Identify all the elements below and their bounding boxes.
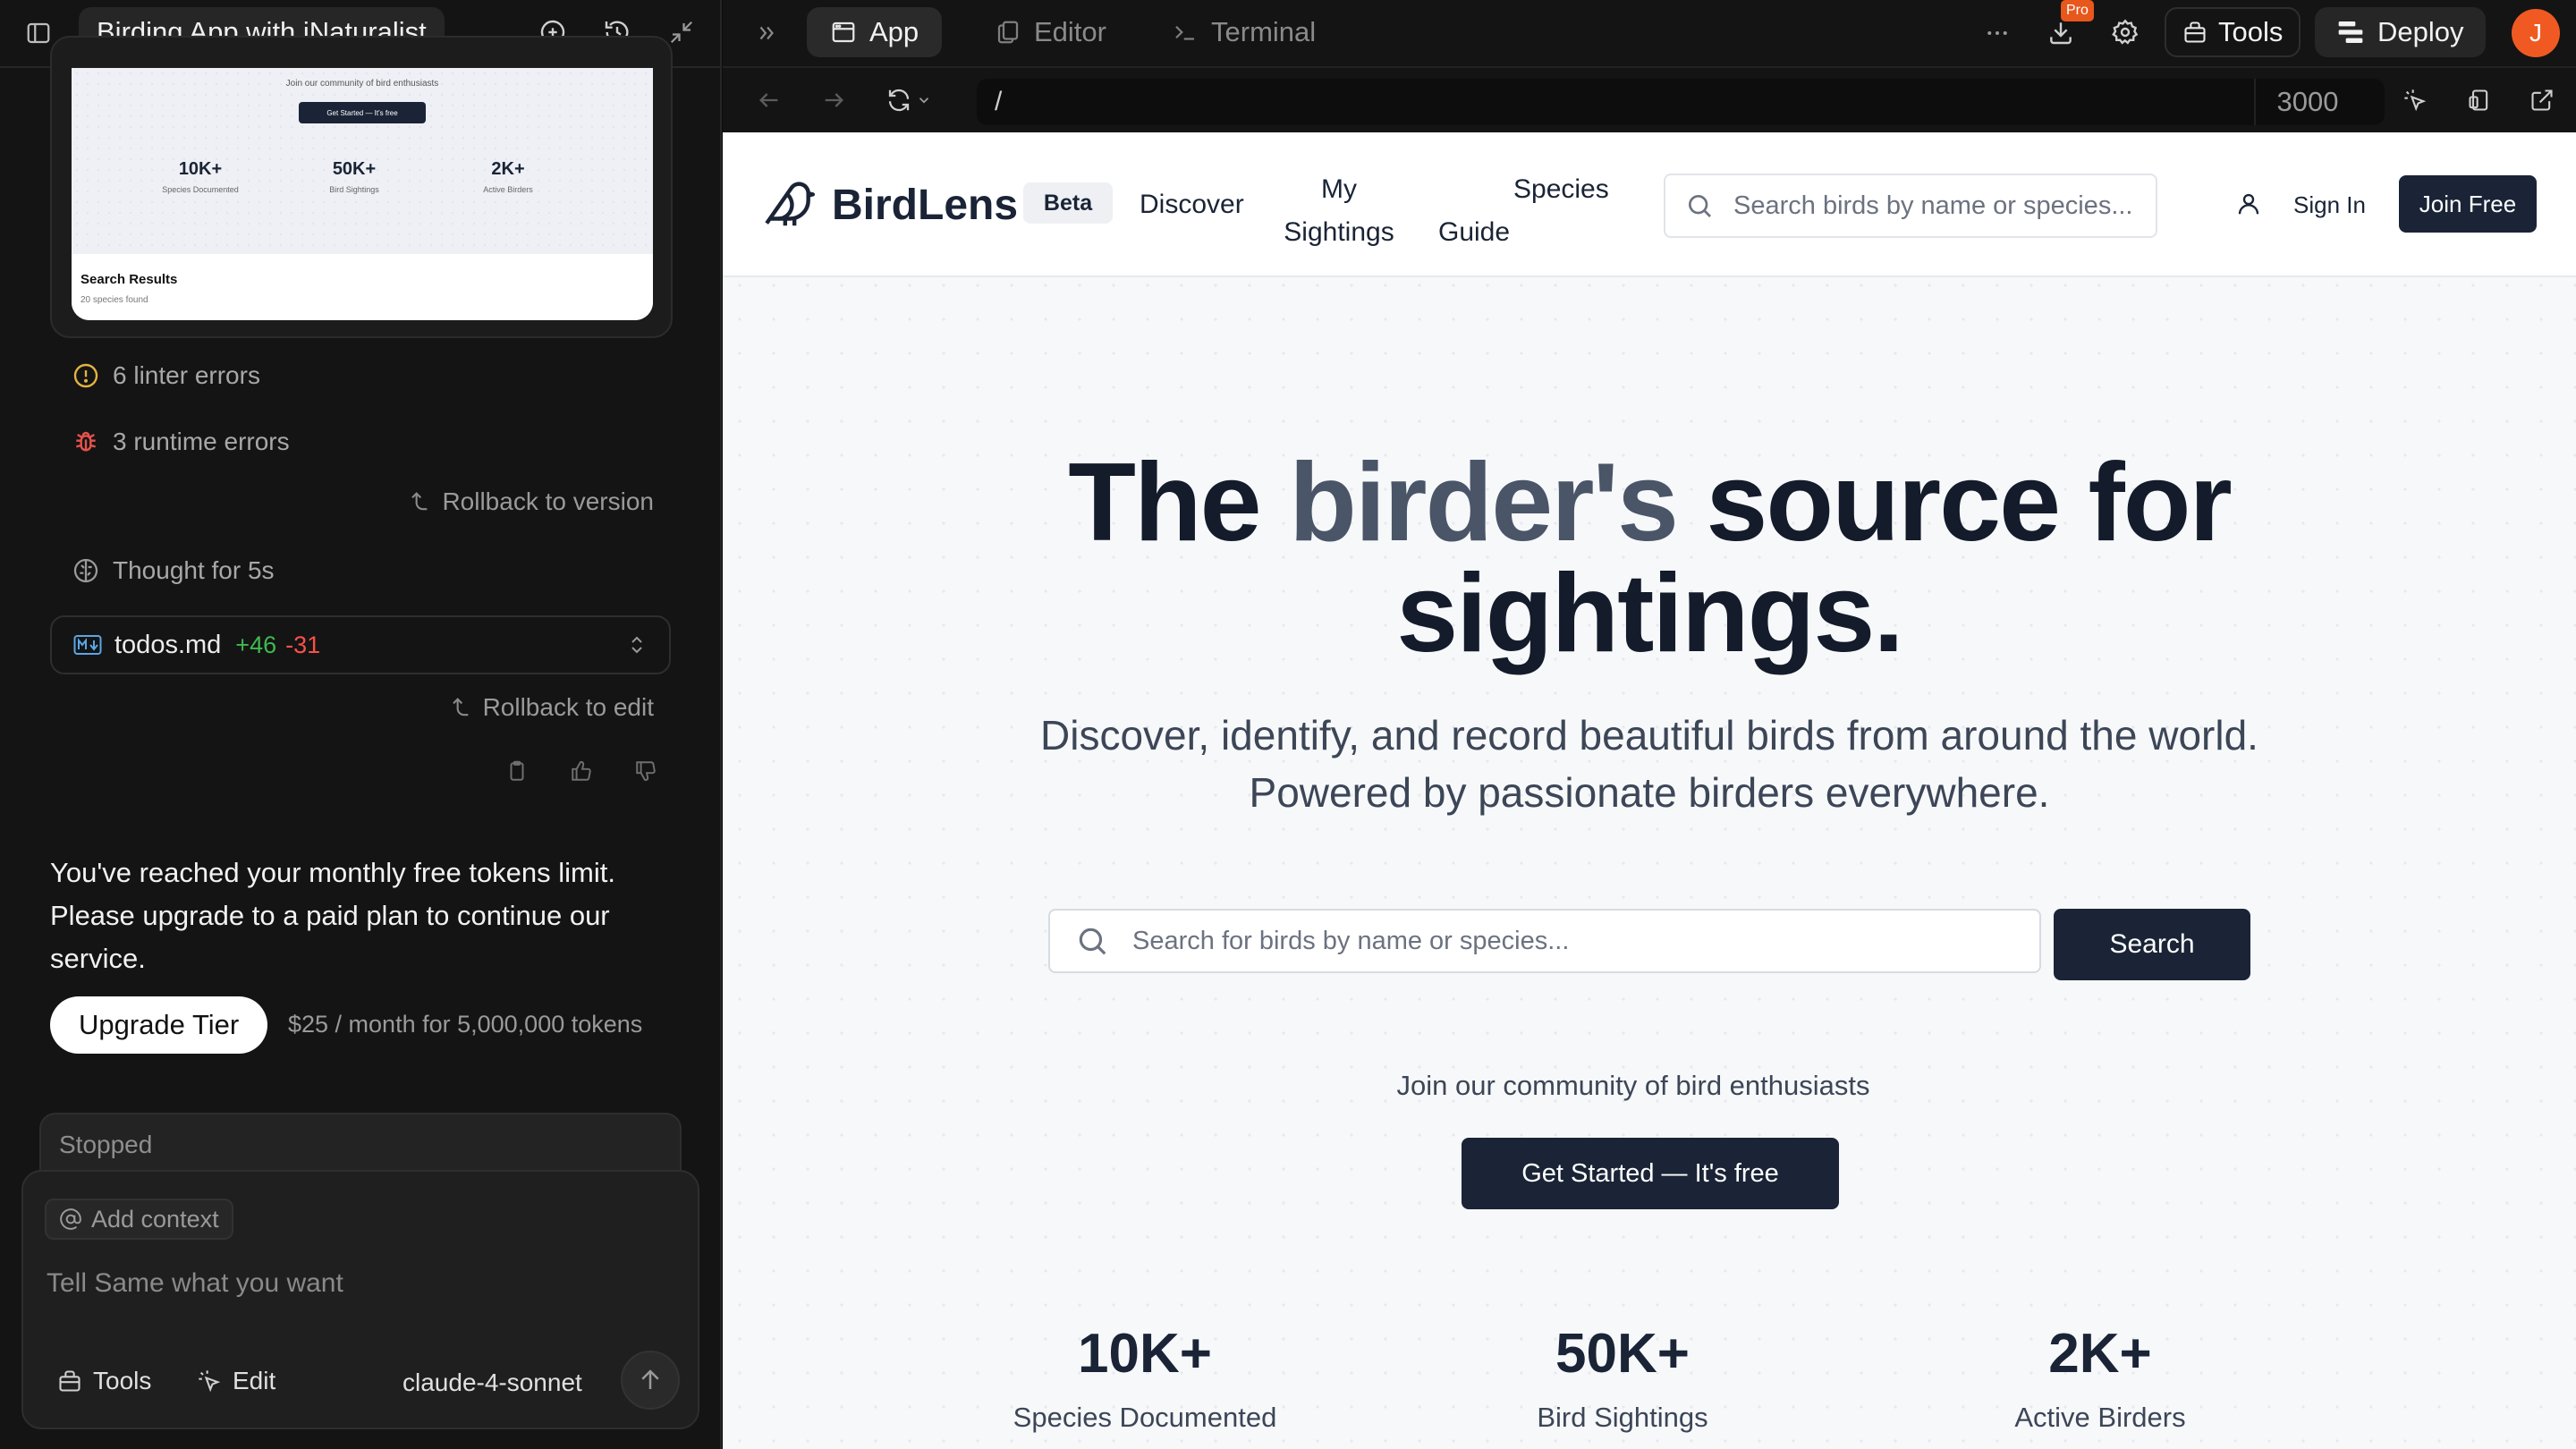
rollback-edit-button[interactable]: Rollback to edit [447, 690, 654, 725]
arrow-up-icon [641, 1369, 659, 1389]
stat-item: 2K+ Active Birders [2014, 1323, 2186, 1433]
thumbs-down-icon[interactable] [631, 757, 660, 785]
thumb-community-text: Join our community of bird enthusiasts [285, 79, 439, 89]
model-selector[interactable]: claude-4-sonnet [402, 1368, 582, 1397]
chevrons-right-icon[interactable] [751, 18, 782, 48]
nav-search-input[interactable]: Search birds by name or species... [1664, 174, 2157, 238]
brand-logo[interactable]: BirdLens [762, 175, 1018, 234]
settings-gear-icon[interactable] [2107, 14, 2143, 50]
thumb-results-title: Search Results [80, 272, 178, 287]
price-text: $25 / month for 5,000,000 tokens [288, 1011, 643, 1038]
inspect-cursor-icon[interactable] [2399, 84, 2431, 116]
upgrade-tier-button[interactable]: Upgrade Tier [50, 996, 268, 1054]
thumb-stat: 2K+ Active Birders [483, 159, 533, 194]
tools-top-button[interactable]: Tools [2165, 7, 2301, 57]
limit-message: You've reached your monthly free tokens … [50, 857, 615, 974]
files-icon [995, 19, 1021, 46]
thought-row[interactable]: Thought for 5s [72, 553, 275, 589]
get-started-button[interactable]: Get Started — It's free [1462, 1138, 1839, 1209]
tab-app[interactable]: App [807, 7, 943, 57]
hero-title: The birder's source for sightings. [1068, 441, 2233, 675]
join-free-button[interactable]: Join Free [2399, 175, 2537, 233]
thumb-stat: 50K+ Bird Sightings [329, 159, 379, 194]
edit-button[interactable]: Edit [197, 1361, 275, 1401]
chat-panel: Birding App with iNaturalist Join our co… [0, 0, 722, 1449]
at-icon [59, 1208, 82, 1231]
copy-icon[interactable] [503, 757, 531, 785]
refresh-button[interactable] [886, 84, 932, 116]
nav-my-sightings[interactable]: My Sightings [1279, 168, 1399, 254]
rollback-icon [406, 489, 431, 514]
beta-badge: Beta [1023, 182, 1113, 224]
composer: Add context Tell Same what you want Tool… [21, 1170, 699, 1429]
toolbox-icon [2182, 20, 2207, 45]
deploy-button[interactable]: Deploy [2315, 7, 2486, 57]
rollback-icon [447, 695, 472, 720]
tab-terminal[interactable]: Terminal [1161, 7, 1326, 57]
preview-thumbnail[interactable]: Join our community of bird enthusiasts G… [72, 68, 653, 320]
community-text: Join our community of bird enthusiasts [1396, 1070, 1870, 1101]
bug-icon [72, 428, 100, 456]
browser-icon [830, 19, 857, 46]
stat-item: 50K+ Bird Sightings [1537, 1323, 1708, 1433]
chat-input[interactable]: Tell Same what you want [47, 1268, 673, 1299]
nav-species-guide[interactable]: Species Guide [1438, 168, 1609, 254]
rollback-version-button[interactable]: Rollback to version [406, 484, 654, 520]
open-external-icon[interactable] [2526, 84, 2558, 116]
file-change-row[interactable]: todos.md +46 -31 [50, 615, 671, 674]
add-context-button[interactable]: Add context [45, 1199, 233, 1240]
top-bar: App Editor Terminal Pro Tools Deploy J [723, 0, 2576, 66]
chevron-updown-icon [626, 632, 648, 657]
thumb-results-sub: 20 species found [80, 295, 148, 305]
runtime-errors-text: 3 runtime errors [113, 428, 290, 455]
bird-logo-icon [762, 177, 818, 233]
runtime-errors-row[interactable]: 3 runtime errors [72, 424, 290, 460]
thumbs-up-icon[interactable] [567, 757, 596, 785]
url-field[interactable]: / [977, 79, 2385, 125]
address-bar: / 3000 [723, 66, 2576, 132]
sign-in-link[interactable]: Sign In [2293, 191, 2366, 219]
cursor-click-icon [197, 1368, 222, 1394]
warning-icon [72, 361, 100, 390]
thumb-cta: Get Started — It's free [299, 102, 426, 123]
more-icon[interactable] [1980, 16, 2014, 50]
main-search-input[interactable]: Search for birds by name or species... [1048, 909, 2041, 973]
forward-arrow-icon[interactable] [818, 84, 850, 116]
send-button[interactable] [621, 1351, 680, 1410]
deploy-icon [2336, 19, 2365, 46]
back-arrow-icon[interactable] [753, 84, 785, 116]
app-preview: BirdLens Beta Discover My Sightings Spec… [723, 132, 2576, 1449]
brain-icon [72, 556, 100, 585]
hero-subtitle: Discover, identify, and record beautiful… [1040, 712, 2258, 816]
port-field[interactable]: 3000 [2254, 79, 2360, 125]
search-icon [1685, 191, 1714, 220]
avatar[interactable]: J [2512, 9, 2560, 57]
linter-errors-row[interactable]: 6 linter errors [72, 358, 260, 394]
collapse-icon[interactable] [665, 16, 698, 48]
stat-item: 10K+ Species Documented [1013, 1323, 1277, 1433]
tools-button[interactable]: Tools [57, 1361, 151, 1401]
pro-badge: Pro [2061, 0, 2094, 21]
site-navbar: BirdLens Beta Discover My Sightings Spec… [723, 132, 2576, 277]
tab-editor[interactable]: Editor [984, 7, 1117, 57]
linter-errors-text: 6 linter errors [113, 361, 260, 389]
nav-discover[interactable]: Discover [1140, 190, 1244, 220]
tools-icon [57, 1368, 82, 1394]
markdown-file-icon [73, 634, 102, 656]
refresh-icon [888, 89, 910, 112]
sidebar-toggle-icon[interactable] [23, 18, 54, 48]
thumb-stat: 10K+ Species Documented [162, 159, 239, 194]
chevron-down-icon [919, 97, 929, 104]
terminal-icon [1172, 19, 1199, 46]
search-icon [1075, 924, 1109, 958]
device-toggle-icon[interactable] [2463, 84, 2496, 116]
user-icon[interactable] [2233, 188, 2265, 220]
search-button[interactable]: Search [2054, 909, 2250, 980]
